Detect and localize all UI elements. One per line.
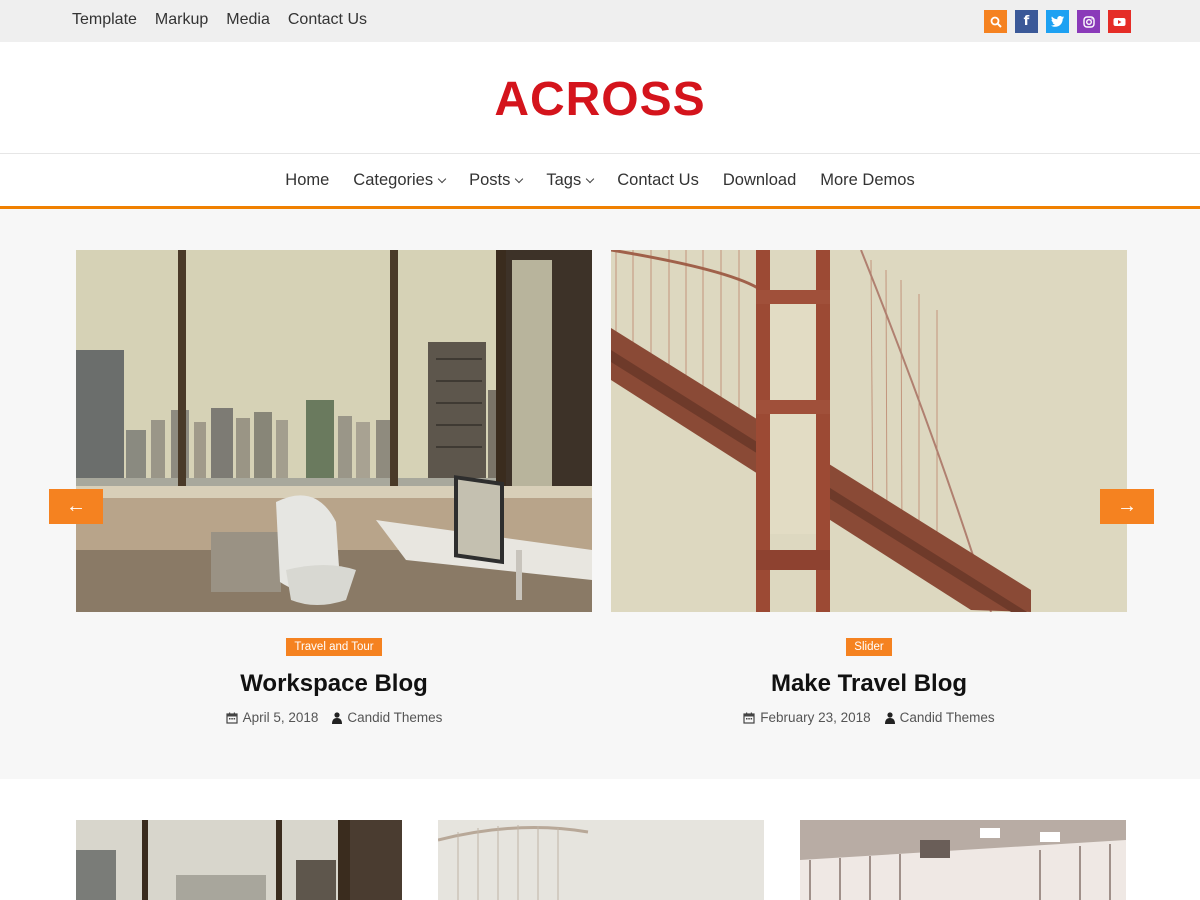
office-photo <box>76 250 592 612</box>
user-icon <box>884 711 895 724</box>
top-link-markup[interactable]: Markup <box>155 11 208 29</box>
site-header: ACROSS <box>0 42 1200 154</box>
author-text: Candid Themes <box>347 710 443 725</box>
nav-item-home[interactable]: Home <box>285 171 329 190</box>
slider-next-button[interactable]: → <box>1100 489 1154 524</box>
facebook-icon[interactable]: f <box>1015 10 1038 33</box>
post-author[interactable]: Candid Themes <box>332 710 442 725</box>
arrow-left-icon: ← <box>66 495 86 517</box>
post-author[interactable]: Candid Themes <box>884 710 995 725</box>
interior-thumbnail <box>800 820 1126 900</box>
user-icon <box>332 711 343 724</box>
instagram-glyph <box>1082 15 1095 28</box>
post-meta: February 23, 2018 Candid Themes <box>611 710 1127 725</box>
nav-item-download[interactable]: Download <box>723 171 796 190</box>
slide-workspace: Travel and Tour Workspace Blog April 5, … <box>76 250 592 725</box>
post-date[interactable]: April 5, 2018 <box>225 710 319 725</box>
date-text: February 23, 2018 <box>760 710 871 725</box>
chevron-down-icon <box>585 174 595 184</box>
search-icon[interactable] <box>984 10 1007 33</box>
post-card-image[interactable] <box>438 820 764 900</box>
top-link-media[interactable]: Media <box>226 11 270 29</box>
author-text: Candid Themes <box>899 710 995 725</box>
main-nav: Home Categories Posts Tags Contact Us Do… <box>0 155 1200 209</box>
date-text: April 5, 2018 <box>242 710 319 725</box>
post-meta: April 5, 2018 Candid Themes <box>76 710 592 725</box>
nav-item-more-demos[interactable]: More Demos <box>820 171 914 190</box>
slide-travel: Slider Make Travel Blog February 23, 201… <box>611 250 1127 725</box>
calendar-icon <box>743 712 755 724</box>
category-badge[interactable]: Travel and Tour <box>286 638 382 656</box>
nav-item-label: Categories <box>353 171 434 189</box>
nav-item-tags[interactable]: Tags <box>546 171 595 190</box>
slide-image[interactable] <box>611 250 1127 612</box>
top-bar: Template Markup Media Contact Us f <box>0 0 1200 42</box>
youtube-glyph <box>1113 18 1126 26</box>
post-card-image[interactable] <box>76 820 402 900</box>
category-badge[interactable]: Slider <box>846 638 892 656</box>
nav-item-label: Home <box>285 171 330 189</box>
main-menu: Home Categories Posts Tags Contact Us Do… <box>0 155 1200 190</box>
bridge-photo <box>611 250 1127 612</box>
search-glyph <box>990 16 1002 28</box>
post-title[interactable]: Workspace Blog <box>76 670 592 698</box>
nav-item-label: Posts <box>469 171 511 189</box>
top-links: Template Markup Media Contact Us <box>72 11 367 29</box>
bridge-thumbnail <box>438 820 764 900</box>
nav-item-categories[interactable]: Categories <box>353 171 447 190</box>
social-icons: f <box>984 10 1131 33</box>
post-date[interactable]: February 23, 2018 <box>743 710 871 725</box>
post-card-image[interactable] <box>800 820 1126 900</box>
nav-item-label: Tags <box>546 171 582 189</box>
slide-image[interactable] <box>76 250 592 612</box>
calendar-icon <box>225 712 238 724</box>
nav-item-label: Download <box>722 171 797 189</box>
twitter-icon[interactable] <box>1046 10 1069 33</box>
nav-item-posts[interactable]: Posts <box>469 171 524 190</box>
post-grid <box>76 820 1126 900</box>
slider-prev-button[interactable]: ← <box>49 489 103 524</box>
office-thumbnail <box>76 820 402 900</box>
arrow-right-icon: → <box>1117 495 1137 517</box>
top-link-template[interactable]: Template <box>72 11 137 29</box>
nav-item-label: More Demos <box>820 171 915 189</box>
post-title[interactable]: Make Travel Blog <box>611 670 1127 698</box>
nav-item-contact-us[interactable]: Contact Us <box>617 171 699 190</box>
chevron-down-icon <box>515 174 524 184</box>
twitter-glyph <box>1051 16 1064 27</box>
nav-item-label: Contact Us <box>617 171 699 189</box>
top-link-contact-us[interactable]: Contact Us <box>288 11 367 29</box>
featured-slider: Travel and Tour Workspace Blog April 5, … <box>0 209 1200 779</box>
site-title[interactable]: ACROSS <box>0 42 1200 127</box>
chevron-down-icon <box>437 174 447 184</box>
youtube-icon[interactable] <box>1108 10 1131 33</box>
instagram-icon[interactable] <box>1077 10 1100 33</box>
